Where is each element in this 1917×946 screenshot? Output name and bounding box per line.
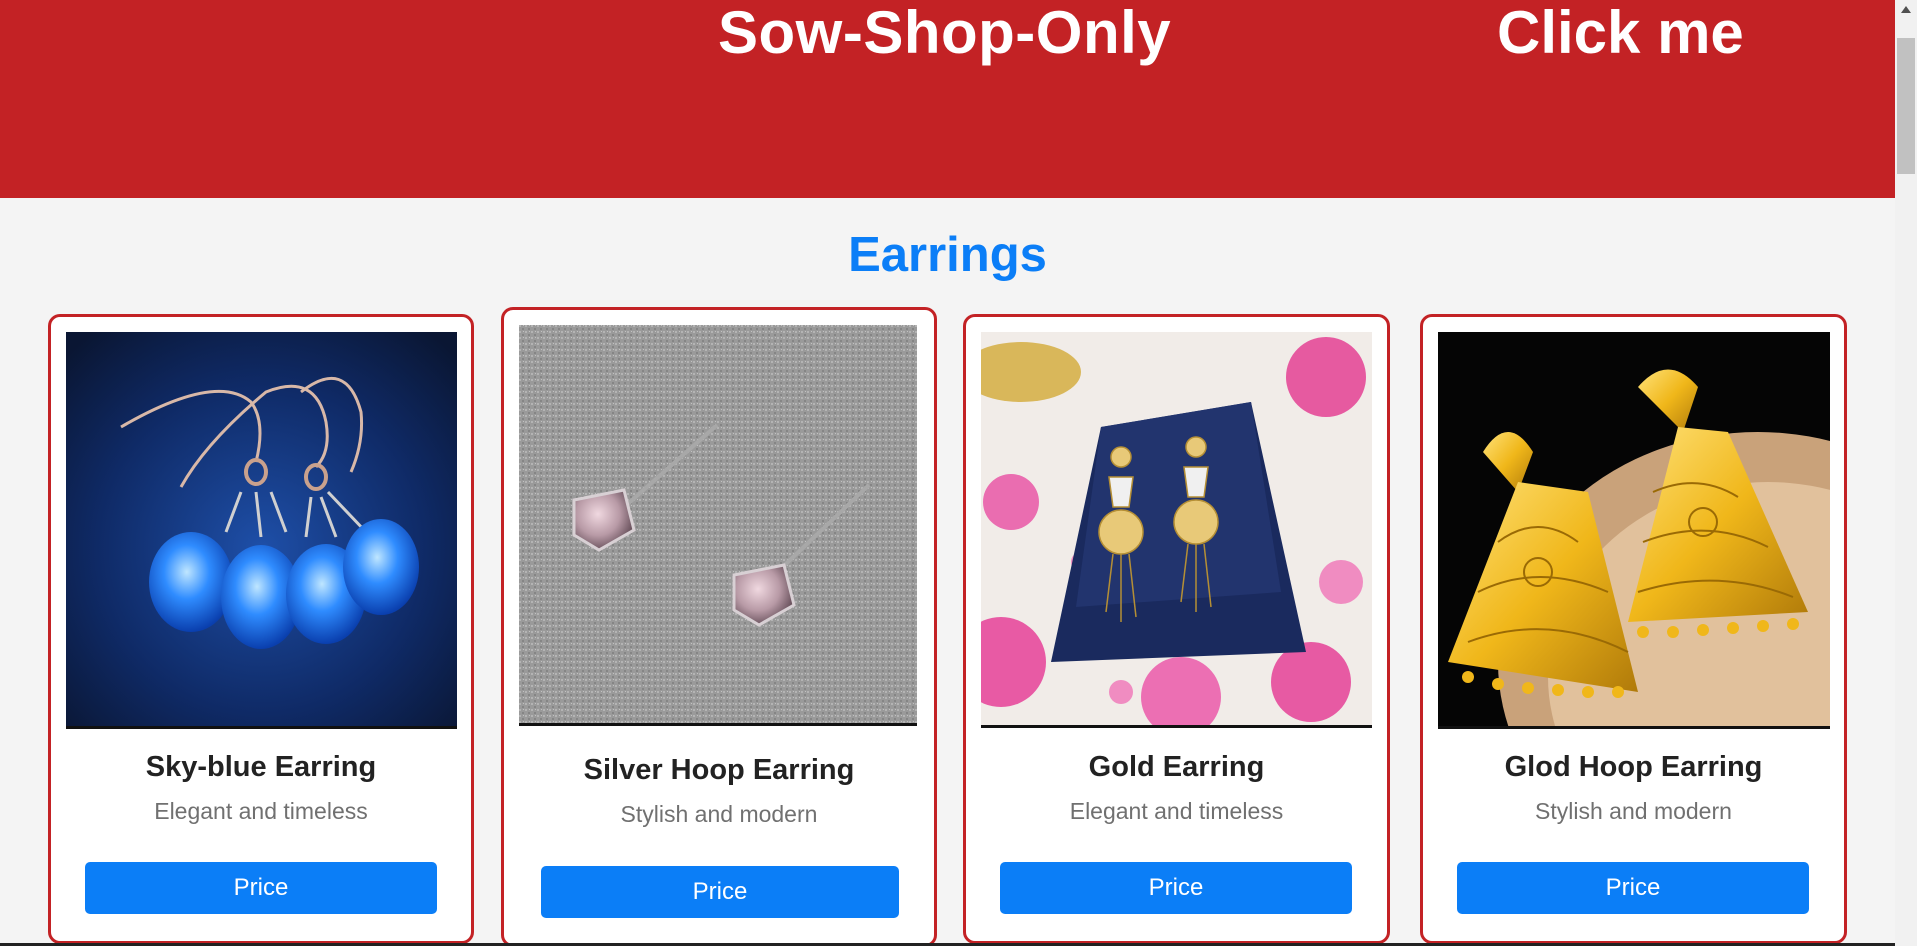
vertical-scrollbar[interactable] <box>1895 0 1917 946</box>
product-description: Stylish and modern <box>1535 798 1732 824</box>
product-name: Sky-blue Earring <box>145 751 377 783</box>
product-name: Gold Earring <box>1088 751 1265 783</box>
gold-filigree-earrings-image <box>1438 332 1830 726</box>
product-image <box>981 332 1372 728</box>
product-name: Glod Hoop Earring <box>1504 751 1763 783</box>
scrollbar-thumb[interactable] <box>1897 38 1915 174</box>
product-card-gold: Gold Earring Elegant and timeless Price <box>963 314 1390 944</box>
product-card-sky-blue: Sky-blue Earring Elegant and timeless Pr… <box>48 314 474 944</box>
product-image <box>66 332 457 729</box>
click-me-button[interactable]: Click me <box>1497 0 1744 66</box>
price-button[interactable]: Price <box>541 866 899 918</box>
product-description: Elegant and timeless <box>154 798 368 824</box>
page: Sow-Shop-Only Click me Earrings Sky-blue… <box>0 0 1917 946</box>
product-image <box>519 325 917 726</box>
product-description: Elegant and timeless <box>1069 798 1284 824</box>
gold-drop-earrings-on-stand-image <box>981 332 1372 725</box>
section-title: Earrings <box>848 228 1047 282</box>
site-title: Sow-Shop-Only <box>718 0 1172 66</box>
blue-drop-earrings-image <box>66 332 457 726</box>
scroll-up-arrow-icon[interactable] <box>1901 6 1911 13</box>
silver-stud-earrings-image <box>519 325 917 723</box>
product-card-silver-hoop: Silver Hoop Earring Stylish and modern P… <box>501 307 937 946</box>
site-header: Sow-Shop-Only Click me <box>0 0 1895 198</box>
price-button[interactable]: Price <box>1457 862 1809 914</box>
product-description: Stylish and modern <box>620 801 818 827</box>
product-image <box>1438 332 1830 729</box>
price-button[interactable]: Price <box>85 862 437 914</box>
product-card-glod-hoop: Glod Hoop Earring Stylish and modern Pri… <box>1420 314 1847 944</box>
product-name: Silver Hoop Earring <box>583 754 855 786</box>
price-button[interactable]: Price <box>1000 862 1352 914</box>
